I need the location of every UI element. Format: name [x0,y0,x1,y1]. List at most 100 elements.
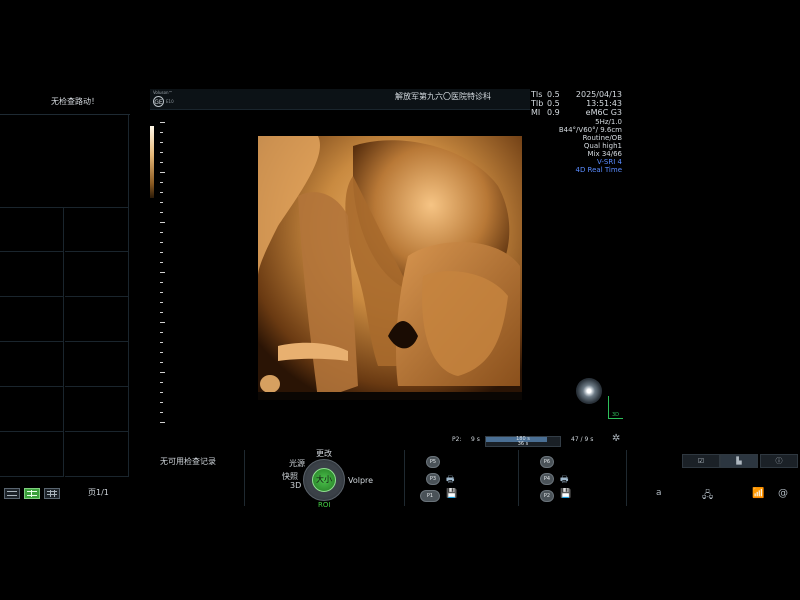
keyboard-a-icon[interactable]: a [656,488,662,498]
thumbnail-cell[interactable] [0,115,129,208]
ruler-tick [160,362,163,363]
hospital-name: 解放军第九六〇医院特诊科 [395,92,491,101]
thumbnail-cell[interactable] [65,297,129,342]
ruler-tick [160,322,165,323]
ruler-tick [160,172,165,173]
ruler-tick [160,342,163,343]
knob-size-button[interactable]: 大小 [312,468,336,492]
param-line-vsri: V-SRI 4 [597,158,622,166]
thumbnail-cell[interactable] [0,297,64,342]
ruler-tick [160,272,165,273]
ruler-tick [160,292,163,293]
thumbnail-cell[interactable] [65,432,129,477]
p6-button[interactable]: P6 [540,456,554,468]
param-line: Qual high1 [583,142,622,150]
voluson-logo: Voluson™ [153,90,173,95]
page-indicator: 页1/1 [88,488,109,497]
thumbnail-cell[interactable] [0,432,64,477]
ruler-tick [160,142,163,143]
param-line: 5Hz/1.0 [595,118,622,126]
email-at-icon[interactable]: @ [778,488,788,499]
ruler-tick [160,372,165,373]
ruler-tick [160,252,163,253]
wifi-icon[interactable]: 📶 [752,488,764,499]
p4-button[interactable]: P4 [540,473,554,485]
tis-label: TIs [531,90,543,99]
ruler-tick [160,352,163,353]
orientation-marker-icon[interactable] [576,378,602,404]
ruler-tick [160,162,163,163]
no-exam-message: 无检查路动！ [51,97,99,106]
exam-date: 2025/04/13 [575,90,622,99]
knob-light-label[interactable]: 光源 [289,458,305,469]
p5-button[interactable]: P5 [426,456,440,468]
param-line: Routine/OB [582,134,622,142]
ruler-tick [160,332,163,333]
ruler-tick [160,212,163,213]
fetal-3d-image [258,136,522,400]
ge-logo-icon: GE [153,96,164,107]
p2-button[interactable]: P2 [540,490,554,502]
printer-icon[interactable]: 🖶 [446,472,455,488]
mi-label: MI [531,108,541,117]
ultrasound-3d-render[interactable] [258,136,522,400]
ruler-tick [160,312,163,313]
thumbnail-cell[interactable] [65,207,129,252]
p1-button[interactable]: P1 [420,490,440,502]
param-line: B44°/V60°/ 9.6cm [558,126,622,134]
layout-1x2-button[interactable] [4,488,20,499]
cine-current-time: 36 s [517,441,529,447]
gear-icon[interactable]: ✲ [612,433,620,444]
no-exam-records-text: 无可用检查记录 [160,457,216,466]
exam-thumbnail-grid [0,114,130,481]
info-button[interactable]: ⓘ [760,454,798,468]
exam-time: 13:51:43 [586,99,622,108]
thumbnail-cell[interactable] [0,252,64,297]
p3-button[interactable]: P3 [426,473,440,485]
measure-chart-button[interactable]: ▙ [720,454,758,468]
3d-axis-label: 3D [612,412,620,418]
thumbnail-cell[interactable] [0,342,64,387]
cine-progress-bar[interactable]: 180 s 36 s [485,436,561,447]
thumbnail-cell[interactable] [65,252,129,297]
tis-value: 0.5 [547,90,560,99]
ruler-tick [160,392,163,393]
thumbnail-cell[interactable] [0,387,64,432]
ruler-tick [160,262,163,263]
knob-volpre-label[interactable]: Volpre [348,476,373,485]
thumbnail-cell[interactable] [65,342,129,387]
knob-change-label[interactable]: 更改 [316,448,332,459]
imaging-parameters: 5Hz/1.0 B44°/V60°/ 9.6cm Routine/OB Qual… [540,118,622,174]
gray-scale-bar [150,126,154,198]
param-line-4d-mode: 4D Real Time [575,166,622,174]
network-icon[interactable]: 🖧 [702,488,713,505]
probe-name: eM6C G3 [585,108,622,117]
tib-label: TIb [531,99,544,108]
cine-preset-label: P2: [452,436,462,443]
ruler-tick [160,222,165,223]
cine-start-time: 9 s [471,436,480,443]
printer-icon[interactable]: 🖶 [560,472,569,488]
layout-2x3-button[interactable] [24,488,40,499]
thumbnail-cell[interactable] [65,387,129,432]
ruler-tick [160,382,163,383]
save-disk-icon[interactable]: 💾 [446,489,457,499]
report-button[interactable]: ☑ [682,454,720,468]
ruler-tick [160,282,163,283]
cine-frame-count: 47 / 9 s [571,436,594,443]
ruler-tick [160,202,163,203]
thumbnail-cell[interactable] [0,207,64,252]
ruler-tick [160,152,163,153]
ruler-tick [160,242,163,243]
ruler-tick [160,182,163,183]
ruler-tick [160,192,163,193]
layout-3x4-button[interactable] [44,488,60,499]
save-disk-icon[interactable]: 💾 [560,489,571,499]
ruler-tick [160,302,163,303]
tib-value: 0.5 [547,99,560,108]
mi-value: 0.9 [547,108,560,117]
knob-roi-label[interactable]: ROI [318,501,330,509]
ruler-tick [160,132,163,133]
ruler-tick [160,122,165,123]
knob-3d-label[interactable]: 3D [290,481,301,490]
